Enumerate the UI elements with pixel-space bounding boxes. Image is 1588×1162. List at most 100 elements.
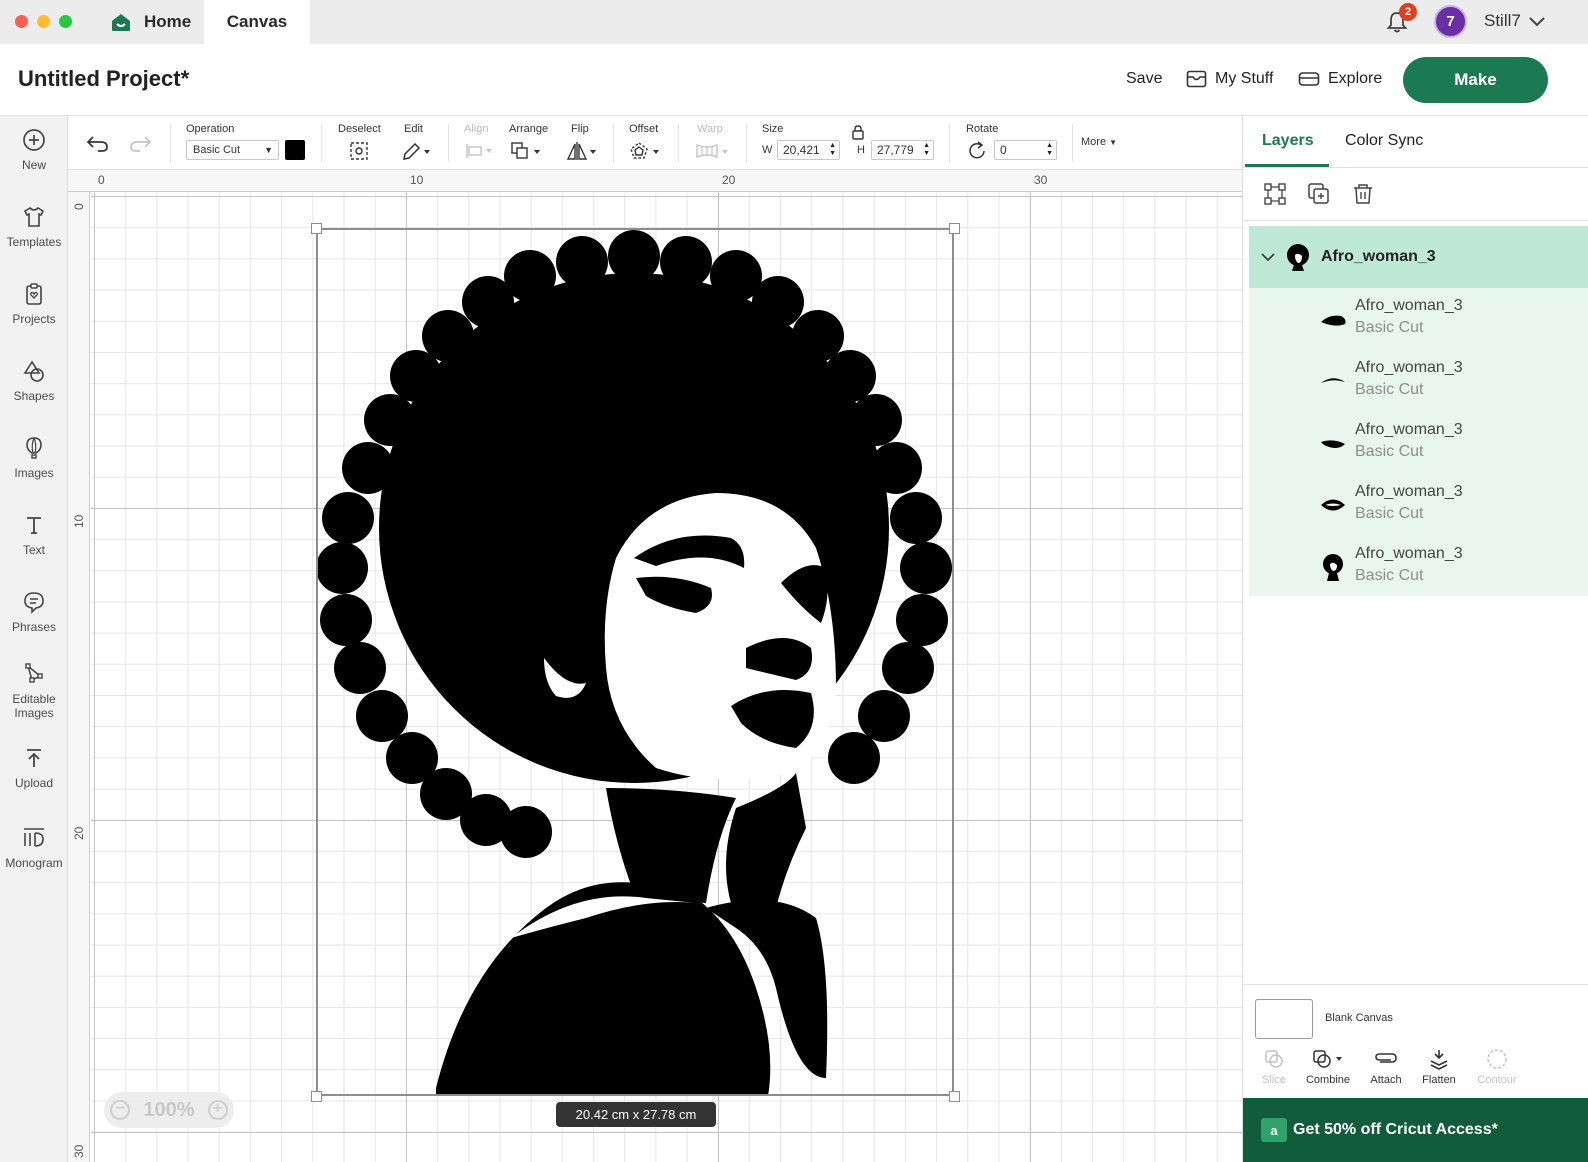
warp-icon[interactable] — [694, 142, 732, 160]
layer-row[interactable]: Afro_woman_3 Basic Cut — [1249, 412, 1588, 474]
operation-label: Operation — [186, 123, 235, 135]
offset-icon[interactable] — [628, 140, 664, 162]
tab-color-sync[interactable]: Color Sync — [1345, 132, 1423, 150]
explore-button[interactable]: Explore — [1298, 70, 1382, 88]
undo-icon[interactable] — [86, 133, 110, 153]
align-label: Align — [464, 123, 489, 135]
minimize-window-button[interactable] — [37, 15, 50, 28]
height-input[interactable]: 27,779 ▲ ▼ — [871, 140, 934, 160]
make-button[interactable]: Make — [1403, 57, 1548, 103]
more-button[interactable]: More ▼ — [1081, 136, 1117, 148]
contour-button[interactable]: Contour — [1467, 1048, 1527, 1086]
zoom-level: 100% — [143, 1098, 195, 1121]
layer-group-row[interactable]: Afro_woman_3 — [1249, 226, 1588, 288]
sidebar-item-label: Shapes — [13, 389, 55, 403]
flatten-button[interactable]: Flatten — [1409, 1048, 1469, 1086]
layer-group-name: Afro_woman_3 — [1321, 248, 1436, 265]
ruler-label: 20 — [722, 173, 736, 187]
offset-label: Offset — [629, 123, 659, 135]
panel-divider — [1243, 167, 1588, 168]
sidebar-item-upload[interactable]: Upload — [0, 746, 68, 790]
width-prefix: W — [762, 144, 773, 156]
sidebar-item-images[interactable]: Images — [0, 436, 68, 480]
trash-icon[interactable] — [1351, 182, 1375, 206]
contour-icon — [1487, 1049, 1507, 1069]
editable-image-icon — [25, 663, 43, 683]
cricut-access-logo: a — [1261, 1118, 1287, 1142]
username[interactable]: Still7 — [1484, 11, 1521, 31]
group-icon[interactable] — [1263, 182, 1287, 206]
layer-thumbnail — [1321, 378, 1345, 383]
layer-thumbnail — [1321, 315, 1346, 326]
redo-icon[interactable] — [128, 133, 152, 153]
ruler-label: 10 — [410, 173, 424, 187]
toolbar-divider — [949, 124, 950, 162]
stepper-icon[interactable]: ▲ ▼ — [1046, 142, 1053, 158]
maximize-window-button[interactable] — [59, 15, 72, 28]
tab-home[interactable]: Home — [102, 0, 207, 44]
align-icon[interactable] — [464, 142, 496, 160]
duplicate-icon[interactable] — [1307, 182, 1331, 206]
sidebar-item-projects[interactable]: Projects — [0, 282, 68, 326]
combine-label: Combine — [1305, 1074, 1351, 1086]
rotate-icon[interactable] — [966, 140, 988, 162]
sidebar-item-shapes[interactable]: Shapes — [0, 359, 68, 403]
pencil-icon[interactable] — [400, 140, 432, 162]
left-sidebar: New Templates Projects Shapes Images Tex… — [0, 116, 68, 1162]
arrange-label: Arrange — [509, 123, 549, 135]
shapes-icon — [23, 360, 44, 382]
sidebar-item-label: Projects — [12, 312, 56, 326]
size-label: Size — [762, 123, 784, 135]
ruler-label: 30 — [1034, 173, 1048, 187]
rotate-input[interactable]: 0 ▲ ▼ — [994, 140, 1057, 160]
resize-handle[interactable] — [949, 1091, 960, 1102]
attach-button[interactable]: Attach — [1356, 1048, 1416, 1086]
sidebar-item-templates[interactable]: Templates — [0, 205, 68, 249]
sidebar-item-label: Templates — [6, 235, 62, 249]
chevron-down-icon[interactable] — [1261, 252, 1275, 262]
sidebar-item-phrases[interactable]: Phrases — [0, 590, 68, 634]
sidebar-item-new[interactable]: New — [0, 128, 68, 172]
design-canvas[interactable]: 0 10 20 30 0 10 20 30 20.42 cm x 27.78 c… — [68, 170, 1242, 1162]
resize-handle[interactable] — [311, 1091, 322, 1102]
resize-handle[interactable] — [949, 223, 960, 234]
layer-row[interactable]: Afro_woman_3 Basic Cut — [1249, 288, 1588, 350]
project-title[interactable]: Untitled Project* — [18, 66, 189, 92]
slice-button[interactable]: Slice — [1244, 1048, 1304, 1086]
arrange-icon[interactable] — [510, 140, 544, 162]
layer-row[interactable]: Afro_woman_3 Basic Cut — [1249, 536, 1588, 598]
close-window-button[interactable] — [15, 15, 28, 28]
deselect-label: Deselect — [338, 123, 381, 135]
deselect-icon[interactable] — [348, 140, 370, 162]
combine-button[interactable]: Combine — [1298, 1048, 1358, 1086]
zoom-in-icon[interactable]: + — [207, 1100, 228, 1120]
selection-box[interactable] — [316, 228, 954, 1096]
operation-select[interactable]: Basic Cut ▼ — [186, 140, 279, 160]
tab-layers[interactable]: Layers — [1262, 132, 1314, 150]
save-button[interactable]: Save — [1126, 70, 1162, 88]
chevron-down-icon[interactable] — [1528, 14, 1546, 28]
layer-row[interactable]: Afro_woman_3 Basic Cut — [1249, 350, 1588, 412]
tab-canvas[interactable]: Canvas — [204, 0, 310, 44]
promo-banner[interactable]: a Get 50% off Cricut Access* — [1243, 1098, 1588, 1162]
sidebar-item-text[interactable]: Text — [0, 513, 68, 557]
caret-down-icon: ▼ — [1109, 138, 1118, 147]
zoom-out-icon[interactable]: − — [110, 1100, 131, 1120]
title-bar: Home Canvas 2 7 Still7 — [0, 0, 1588, 44]
edit-label: Edit — [404, 123, 423, 135]
flip-icon[interactable] — [566, 140, 600, 162]
more-label: More — [1081, 136, 1107, 148]
stepper-icon[interactable]: ▲ ▼ — [923, 142, 930, 158]
avatar[interactable]: 7 — [1434, 5, 1467, 38]
width-input[interactable]: 20,421 ▲ ▼ — [777, 140, 840, 160]
color-swatch[interactable] — [285, 140, 305, 160]
blank-canvas-row[interactable]: Blank Canvas — [1243, 984, 1588, 1048]
lock-icon[interactable] — [851, 124, 865, 140]
sidebar-item-editable-images[interactable]: Editable Images — [0, 662, 68, 720]
layer-row[interactable]: Afro_woman_3 Basic Cut — [1249, 474, 1588, 536]
resize-handle[interactable] — [311, 223, 322, 234]
sidebar-item-monogram[interactable]: Monogram — [0, 826, 68, 870]
panel-divider — [1243, 220, 1588, 221]
stepper-icon[interactable]: ▲ ▼ — [829, 142, 836, 158]
my-stuff-button[interactable]: My Stuff — [1186, 70, 1273, 88]
